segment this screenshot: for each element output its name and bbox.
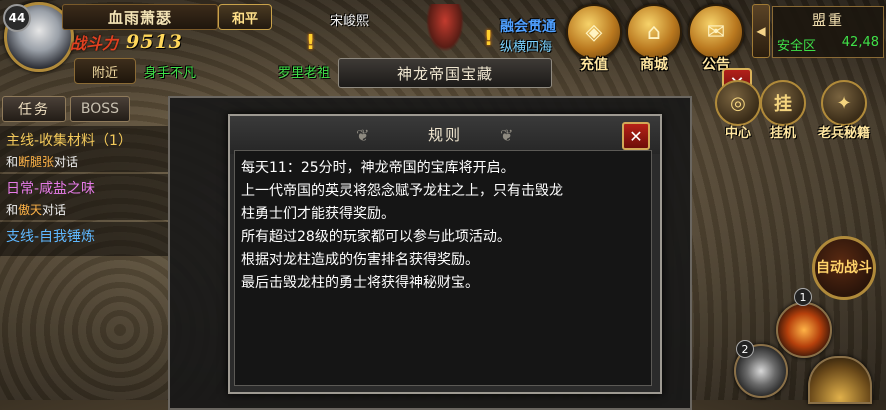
combat-power-value: 9513: [126, 31, 183, 53]
combat-power-label: 战斗力: [70, 34, 119, 53]
tab-tasks[interactable]: 任务: [2, 96, 66, 122]
task-desc-suffix: 对话: [42, 203, 67, 217]
shop-button[interactable]: ⌂ 商城: [626, 4, 682, 73]
rules-dialog: ❦ 规则 ❦ ✕ 每天11：25分时，神龙帝国的宝库将开启。 上一代帝国的英灵将…: [228, 114, 662, 394]
player-title-label: 纵横四海: [500, 40, 553, 55]
rules-title: 规则: [427, 126, 462, 144]
task-description: 和傲天对话: [6, 201, 162, 218]
scroll-icon: ✉: [688, 4, 744, 60]
map-panel[interactable]: 盟重 安全区 42,48: [772, 6, 884, 58]
rule-line: 每天11：25分时，神龙帝国的宝库将开启。: [241, 160, 515, 176]
rule-line: 柱勇士们才能获得奖励。: [241, 206, 395, 222]
safe-zone-label: 安全区: [777, 39, 817, 54]
ornament-left-icon: ❦: [356, 126, 370, 145]
veteran-guide-label: 老兵秘籍: [817, 126, 870, 141]
quest-available-icon[interactable]: !: [484, 26, 493, 50]
close-icon: ✕: [629, 126, 643, 146]
task-list: 主线-收集材料（1） 和断腿张对话 日常-咸盐之味 和傲天对话 支线-自我锤炼: [0, 126, 168, 258]
player-hud: 44 血雨萧瑟 和平 战斗力 9513 附近: [0, 0, 272, 84]
veteran-guide-button[interactable]: ✦ 老兵秘籍: [808, 80, 880, 141]
center-button[interactable]: ◎ 中心: [712, 80, 764, 141]
nearby-button[interactable]: 附近: [74, 58, 136, 84]
rules-header: ❦ 规则 ❦ ✕: [230, 116, 660, 154]
recharge-label: 充值: [580, 57, 608, 73]
rules-close-button[interactable]: ✕: [622, 122, 650, 150]
list-item[interactable]: 日常-咸盐之味 和傲天对话: [0, 174, 168, 220]
attack-skill-button[interactable]: [808, 356, 872, 404]
npc-name-label[interactable]: 宋峻熙: [330, 10, 369, 29]
fire-skill-button[interactable]: [776, 302, 832, 358]
player-name: 血雨萧瑟: [62, 4, 218, 30]
task-title: 日常-咸盐之味: [6, 181, 96, 197]
combat-power: 战斗力 9513: [70, 30, 220, 54]
map-coordinates: 42,48: [841, 35, 879, 50]
map-name: 盟重: [812, 13, 844, 29]
pk-mode-button[interactable]: 和平: [218, 4, 272, 30]
task-desc-prefix: 和: [6, 155, 19, 169]
task-desc-suffix: 对话: [54, 155, 79, 169]
chevron-left-icon: ◀: [756, 24, 766, 38]
task-npc-link[interactable]: 傲天: [18, 203, 42, 217]
quest-available-icon[interactable]: !: [306, 30, 315, 54]
center-label: 中心: [724, 126, 751, 141]
idle-label: 挂机: [769, 126, 796, 141]
idle-button[interactable]: 挂 挂机: [758, 80, 808, 141]
rules-body: 每天11：25分时，神龙帝国的宝库将开启。 上一代帝国的英灵将怨念赋予龙柱之上，…: [234, 150, 652, 386]
announcement-button[interactable]: ✉ 公告: [688, 4, 744, 73]
gold-ingot-icon: ◈: [566, 4, 622, 60]
recharge-button[interactable]: ◈ 充值: [566, 4, 622, 73]
task-title: 支线-自我锤炼: [6, 229, 96, 245]
event-title: 神龙帝国宝藏: [338, 58, 552, 88]
auto-battle-button[interactable]: 自动战斗: [812, 236, 876, 300]
task-title: 主线-收集材料（1）: [6, 133, 132, 149]
task-desc-prefix: 和: [6, 203, 19, 217]
rule-line: 最后击毁龙柱的勇士将获得神秘财宝。: [241, 275, 479, 291]
guild-name-label: 融会贯通: [500, 19, 556, 35]
idle-icon: 挂: [760, 80, 806, 126]
task-tabs: 任务 BOSS: [2, 96, 130, 122]
npc-character[interactable]: [426, 4, 464, 52]
book-icon: ✦: [821, 80, 867, 126]
task-npc-link[interactable]: 断腿张: [18, 155, 54, 169]
shop-building-icon: ⌂: [626, 4, 682, 60]
rule-line: 所有超过28级的玩家都可以参与此项活动。: [241, 229, 511, 245]
skill-charge-count: 2: [736, 340, 754, 358]
rule-line: 上一代帝国的英灵将怨念赋予龙柱之上，只有击毁龙: [241, 183, 563, 199]
list-item[interactable]: 支线-自我锤炼: [0, 222, 168, 256]
skill-charge-count: 1: [794, 288, 812, 306]
rule-line: 根据对龙柱造成的伤害排名获得奖励。: [241, 252, 479, 268]
center-icon: ◎: [715, 80, 761, 126]
task-description: 和断腿张对话: [6, 153, 162, 170]
other-player-name-label[interactable]: 罗里老祖: [278, 62, 330, 81]
ornament-right-icon: ❦: [500, 126, 514, 145]
list-item[interactable]: 主线-收集材料（1） 和断腿张对话: [0, 126, 168, 172]
player-level-badge: 44: [3, 4, 31, 32]
shop-label: 商城: [640, 57, 668, 73]
tab-boss[interactable]: BOSS: [70, 96, 130, 122]
collapse-menu-button[interactable]: ◀: [752, 4, 770, 58]
